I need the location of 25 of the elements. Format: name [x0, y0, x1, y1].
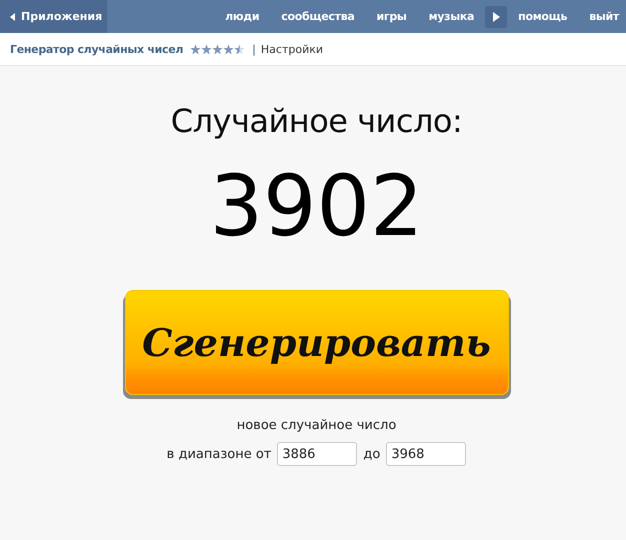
nav-link[interactable]: помощь — [507, 10, 578, 23]
range-label: в диапазоне от — [166, 446, 272, 462]
apps-back-link[interactable]: Приложения — [0, 0, 107, 33]
random-number: 3902 — [210, 156, 424, 256]
to-label: до — [363, 446, 380, 462]
from-field[interactable]: 3886 — [277, 442, 358, 466]
caption: новое случайное число — [236, 418, 396, 433]
separator: | — [252, 42, 256, 56]
settings-link[interactable]: Настройки — [260, 42, 324, 56]
nav-link[interactable]: люди — [214, 10, 270, 23]
star-icon — [212, 44, 224, 54]
more-arrow-button[interactable] — [485, 6, 508, 28]
nav-link[interactable]: сообщества — [270, 10, 366, 23]
app-title: Генератор случайных чисел — [10, 42, 184, 56]
nav-link[interactable]: игры — [366, 10, 418, 23]
right-arrow-icon — [492, 12, 500, 22]
to-field[interactable]: 3968 — [386, 442, 466, 466]
nav-link[interactable]: музыка — [418, 10, 486, 23]
nav-link[interactable]: выйт — [578, 10, 626, 23]
star-icon — [190, 44, 202, 54]
star-icon — [223, 44, 234, 54]
heading: Случайное число: — [170, 102, 462, 140]
star-icon — [234, 44, 246, 54]
back-arrow-icon — [10, 12, 15, 20]
star-icon — [201, 44, 212, 54]
